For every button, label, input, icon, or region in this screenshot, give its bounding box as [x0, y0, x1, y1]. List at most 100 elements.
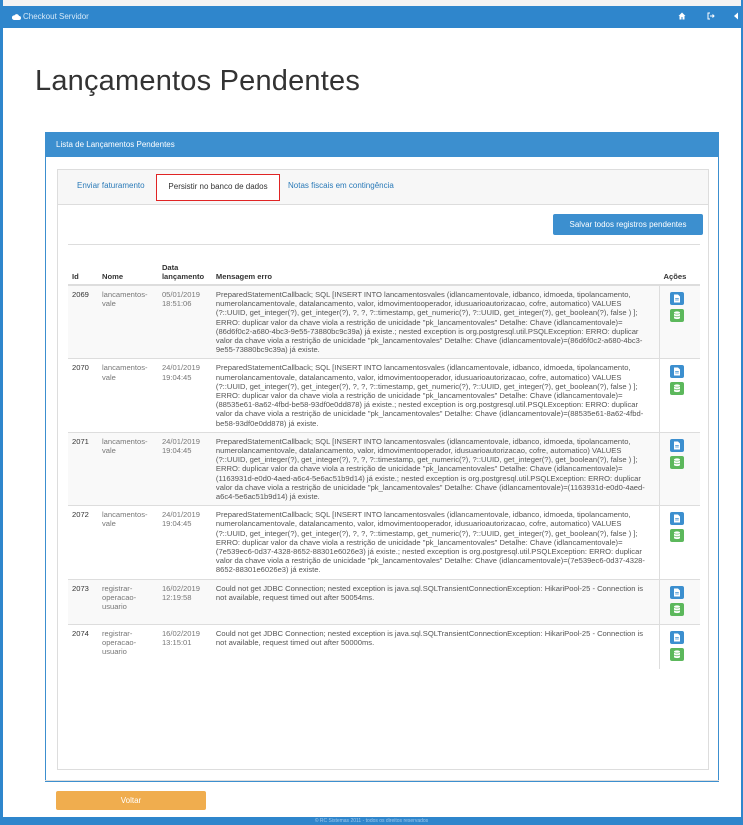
pending-entries-table: Id Nome Data lançamento Mensagem erro Açõ… [68, 254, 700, 669]
cell-id: 2069 [68, 284, 98, 359]
database-icon [674, 311, 680, 320]
persist-record-button[interactable] [670, 382, 684, 396]
document-icon [674, 588, 680, 597]
cell-date-time: 12:19:58 [161, 592, 192, 602]
cell-date-day: 05/01/2019 [161, 290, 200, 299]
cell-name: registrar-operacao-usuario [97, 578, 158, 625]
view-details-button[interactable] [670, 585, 684, 599]
database-icon [674, 384, 680, 393]
cell-name: lancamentos-vale [97, 431, 158, 506]
cell-actions [659, 358, 700, 433]
cell-message: PreparedStatementCallback; SQL [INSERT I… [211, 431, 660, 506]
cell-id: 2070 [68, 358, 98, 433]
tab-bar: Enviar faturamento Persistir no banco de… [58, 170, 708, 205]
cell-message: Could not get JDBC Connection; nested ex… [211, 623, 660, 669]
table-row: 2074 registrar-operacao-usuario 16/02/20… [68, 623, 700, 669]
cell-date: 24/01/2019 19:04:45 [157, 431, 212, 506]
cell-date-time: 19:04:45 [161, 519, 192, 529]
cell-message: PreparedStatementCallback; SQL [INSERT I… [211, 358, 660, 433]
cell-date-time: 19:04:45 [161, 372, 192, 382]
col-header-id: Id [68, 254, 98, 286]
cell-actions [659, 578, 700, 625]
database-icon [674, 458, 680, 466]
persist-record-button[interactable] [670, 529, 684, 543]
cell-date-time: 18:51:06 [161, 299, 192, 309]
cell-date-day: 24/01/2019 [161, 363, 200, 373]
view-details-button[interactable] [670, 292, 684, 305]
persist-record-button[interactable] [670, 309, 684, 322]
sign-out-icon[interactable] [707, 11, 715, 23]
col-header-date-line1: Data [161, 263, 179, 272]
persist-record-button[interactable] [670, 602, 684, 616]
cell-date: 24/01/2019 19:04:45 [157, 505, 212, 580]
pending-entries-panel: Lista de Lançamentos Pendentes Enviar fa… [45, 132, 719, 782]
cell-message: Could not get JDBC Connection; nested ex… [211, 578, 660, 625]
table-row: 2069 lancamentos-vale 05/01/2019 18:51:06… [68, 284, 700, 359]
document-icon [674, 294, 680, 303]
cell-message: PreparedStatementCallback; SQL [INSERT I… [211, 505, 660, 580]
footer-divider [45, 780, 719, 781]
cell-actions [659, 505, 700, 580]
view-details-button[interactable] [670, 512, 684, 526]
cell-id: 2074 [68, 623, 98, 669]
col-header-actions: Ações [659, 254, 700, 286]
table-row: 2072 lancamentos-vale 24/01/2019 19:04:45… [68, 505, 700, 580]
cell-date-time: 19:04:45 [161, 446, 192, 456]
col-header-name: Nome [97, 254, 158, 286]
cell-id: 2071 [68, 431, 98, 506]
view-details-button[interactable] [670, 365, 684, 379]
page-title: Lançamentos Pendentes [35, 65, 361, 97]
tab-enviar-faturamento[interactable]: Enviar faturamento [77, 181, 145, 190]
table-row: 2073 registrar-operacao-usuario 16/02/20… [68, 578, 700, 625]
cell-date-day: 24/01/2019 [161, 510, 200, 520]
cell-actions [659, 431, 700, 506]
cell-date-day: 16/02/2019 [161, 628, 200, 638]
divider [68, 244, 700, 245]
cell-date-day: 16/02/2019 [161, 583, 200, 593]
brand-label: Checkout Servidor [23, 12, 89, 21]
home-icon[interactable] [678, 11, 686, 23]
cell-date: 16/02/2019 12:19:58 [157, 578, 212, 625]
document-icon [674, 633, 680, 642]
table-row: 2070 lancamentos-vale 24/01/2019 19:04:45… [68, 358, 700, 433]
persist-record-button[interactable] [670, 647, 684, 661]
tab-notas-fiscais-contingencia[interactable]: Notas fiscais em contingência [288, 181, 394, 190]
panel-heading: Lista de Lançamentos Pendentes [46, 133, 718, 157]
cell-message: PreparedStatementCallback; SQL [INSERT I… [211, 284, 660, 359]
back-button[interactable]: Voltar [56, 791, 206, 810]
cell-name: lancamentos-vale [97, 358, 158, 433]
back-arrow-icon[interactable] [733, 11, 739, 23]
persist-record-button[interactable] [670, 455, 684, 469]
document-icon [674, 514, 680, 523]
cloud-icon [11, 14, 21, 20]
database-icon [674, 605, 680, 613]
top-navbar: Checkout Servidor [0, 6, 743, 28]
table-header-row: Id Nome Data lançamento Mensagem erro Açõ… [68, 254, 700, 286]
document-icon [674, 441, 680, 450]
cell-name: lancamentos-vale [97, 284, 158, 359]
navbar-brand[interactable]: Checkout Servidor [11, 12, 89, 21]
col-header-date-line2: lançamento [161, 272, 205, 281]
col-header-date: Data lançamento [157, 254, 212, 286]
cell-id: 2072 [68, 505, 98, 580]
cell-date-time: 13:15:01 [161, 637, 192, 647]
database-icon [674, 531, 680, 540]
cell-id: 2073 [68, 578, 98, 625]
save-all-pending-button[interactable]: Salvar todos registros pendentes [553, 214, 703, 235]
cell-actions [659, 623, 700, 669]
cell-date-day: 24/01/2019 [161, 436, 200, 446]
cell-date: 16/02/2019 13:15:01 [157, 623, 212, 669]
view-details-button[interactable] [670, 630, 684, 644]
database-icon [674, 650, 680, 658]
tab-persistir-banco[interactable]: Persistir no banco de dados [156, 174, 280, 201]
view-details-button[interactable] [670, 438, 684, 452]
page-footer: © RC Sistemas 2011 - todos os direitos r… [0, 817, 743, 825]
table-row: 2071 lancamentos-vale 24/01/2019 19:04:45… [68, 431, 700, 506]
tabs-container: Enviar faturamento Persistir no banco de… [57, 169, 709, 770]
cell-name: lancamentos-vale [97, 505, 158, 580]
cell-date: 05/01/2019 18:51:06 [157, 284, 212, 359]
col-header-message: Mensagem erro [211, 254, 660, 286]
cell-actions [659, 284, 700, 359]
cell-name: registrar-operacao-usuario [97, 623, 158, 669]
document-icon [674, 367, 680, 376]
